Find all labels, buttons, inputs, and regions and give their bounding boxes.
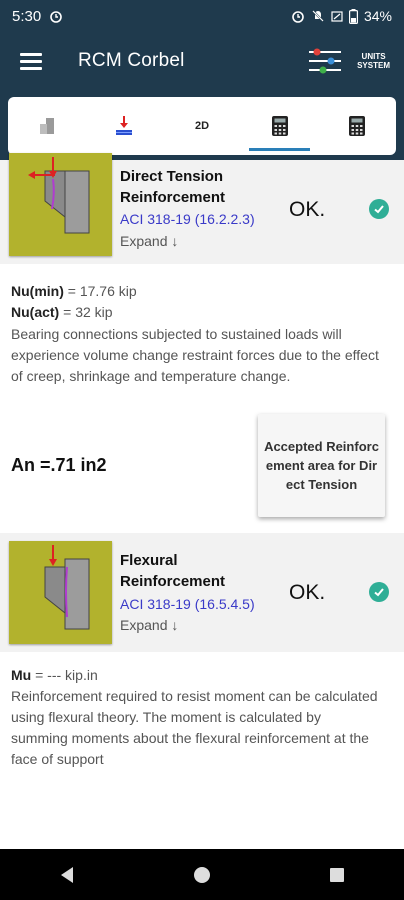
flexural-description: Reinforcement required to resist moment … (11, 688, 378, 767)
alarm-icon (50, 11, 63, 23)
battery-icon (348, 8, 358, 24)
tab-geometry[interactable] (8, 97, 86, 155)
alarm-icon (292, 11, 304, 23)
code-reference-link[interactable]: ACI 318-19 (16.2.2.3) (120, 211, 255, 227)
mu-value: = --- kip.in (31, 667, 98, 683)
tab-bar: 2D (8, 97, 396, 155)
nu-min-line: Nu(min) = 17.76 kip (11, 281, 137, 302)
units-label-line2: SYSTEM (357, 61, 390, 70)
mu-line: Mu = --- kip.in (11, 665, 98, 686)
tab-loads[interactable] (86, 97, 164, 155)
load-icon (116, 116, 133, 135)
card-title: Direct Tension Reinforcement (120, 166, 280, 208)
app-bar: RCM Corbel UNITS SYSTEM (0, 32, 404, 90)
nu-min-value: = 17.76 kip (63, 283, 137, 299)
tension-description: Bearing connections subjected to sustain… (11, 326, 379, 384)
recents-icon[interactable] (329, 867, 345, 883)
expand-toggle[interactable]: Expand ↓ (120, 233, 178, 249)
page-title: RCM Corbel (78, 50, 185, 71)
calculator-icon (349, 116, 366, 136)
sliders-icon[interactable] (307, 47, 343, 75)
units-label-line1: UNITS (361, 52, 386, 61)
expand-toggle[interactable]: Expand ↓ (120, 617, 178, 633)
tab-2d[interactable]: 2D (163, 97, 241, 155)
calculator-icon (271, 116, 288, 136)
system-nav-bar (0, 849, 404, 900)
nu-act-value: = 32 kip (59, 304, 113, 320)
nu-act-line: Nu(act) = 32 kip (11, 302, 113, 323)
status-text: OK. (289, 198, 326, 221)
tab-calculations[interactable] (241, 97, 319, 155)
nu-act-label: Nu(act) (11, 304, 60, 320)
clock-time: 5:30 (12, 7, 42, 25)
code-reference-link[interactable]: ACI 318-19 (16.5.4.5) (120, 596, 255, 612)
card-title-line1: Flexural (120, 552, 178, 569)
card-title: Flexural Reinforcement (120, 550, 280, 592)
mute-icon (312, 10, 324, 22)
battery-percent: 34% (363, 8, 392, 24)
card-title-line1: Direct Tension (120, 168, 224, 185)
card-title-line2: Reinforcement (120, 573, 226, 590)
direct-tension-card[interactable]: Direct Tension Reinforcement ACI 318-19 … (0, 153, 404, 264)
nu-min-label: Nu(min) (11, 283, 64, 299)
signal-icon (331, 11, 343, 22)
tooltip: Accepted Reinforcement area for Direct T… (258, 414, 385, 517)
back-icon[interactable] (59, 866, 75, 884)
status-text: OK. (289, 581, 326, 604)
card-title-line2: Reinforcement (120, 189, 226, 206)
tab-report[interactable] (318, 97, 396, 155)
check-icon (369, 199, 389, 219)
menu-icon[interactable] (20, 52, 42, 70)
check-icon (369, 582, 389, 602)
corbel-diagram-image (9, 153, 112, 256)
home-icon[interactable] (193, 866, 211, 884)
units-system-button[interactable]: UNITS SYSTEM (357, 52, 390, 70)
tab-2d-label: 2D (194, 120, 210, 132)
status-bar: 5:30 34% (0, 0, 404, 32)
area-result: An =.71 in2 (11, 455, 107, 475)
flexural-card[interactable]: Flexural Reinforcement ACI 318-19 (16.5.… (0, 533, 404, 652)
building-icon (39, 118, 54, 134)
corbel-diagram-image (9, 541, 112, 644)
mu-label: Mu (11, 667, 32, 683)
